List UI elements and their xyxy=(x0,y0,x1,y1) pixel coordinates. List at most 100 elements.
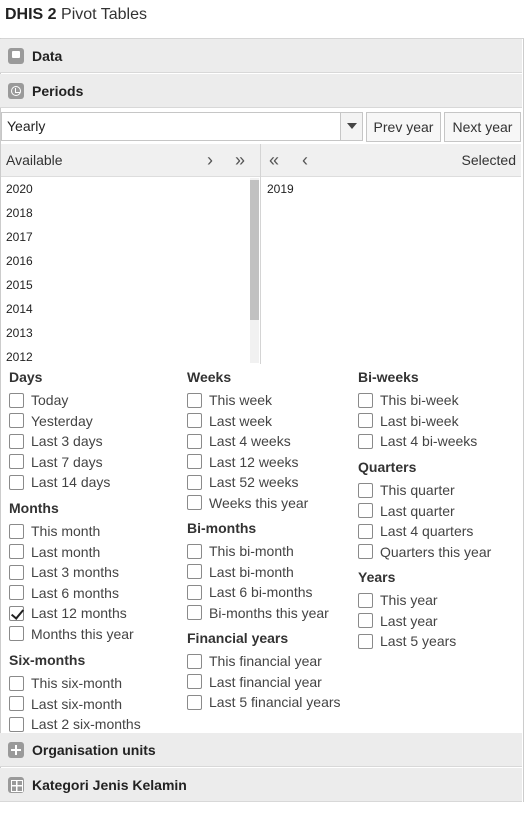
checkbox[interactable] xyxy=(9,523,24,539)
period-option-this-quarter[interactable]: This quarter xyxy=(358,481,455,499)
period-option-last-3-days[interactable]: Last 3 days xyxy=(9,432,103,450)
period-option-last-6-months[interactable]: Last 6 months xyxy=(9,584,119,602)
period-option-this-financial-year[interactable]: This financial year xyxy=(187,652,322,670)
period-option-last-6-bi-months[interactable]: Last 6 bi-months xyxy=(187,583,313,601)
chevron-right-icon[interactable]: › xyxy=(207,150,213,170)
period-option-last-12-months[interactable]: Last 12 months xyxy=(9,604,127,622)
list-item[interactable]: 2015 xyxy=(1,273,250,297)
period-option-last-year[interactable]: Last year xyxy=(358,612,438,630)
checkbox[interactable] xyxy=(9,433,24,449)
checkbox[interactable] xyxy=(9,454,24,469)
double-chevron-right-icon[interactable]: » xyxy=(235,150,245,170)
checkbox[interactable] xyxy=(187,495,202,510)
checkbox[interactable] xyxy=(358,523,373,539)
list-item[interactable]: 2016 xyxy=(1,249,250,273)
checkbox[interactable] xyxy=(9,585,24,600)
checkbox[interactable] xyxy=(9,675,24,691)
period-option-label: Last bi-week xyxy=(380,412,459,429)
selected-list[interactable]: 2019 xyxy=(262,177,520,363)
checkbox[interactable] xyxy=(358,433,373,449)
checkbox[interactable] xyxy=(9,544,24,559)
checkbox[interactable] xyxy=(358,633,373,649)
checkbox[interactable] xyxy=(187,584,202,600)
list-item[interactable]: 2018 xyxy=(1,201,250,225)
double-chevron-left-icon[interactable]: « xyxy=(269,150,279,170)
checkbox[interactable] xyxy=(187,433,202,449)
chevron-down-icon[interactable] xyxy=(340,113,362,140)
prev-year-button[interactable]: Prev year xyxy=(366,112,441,142)
checkbox[interactable] xyxy=(358,613,373,628)
checkbox[interactable] xyxy=(9,626,24,641)
period-option-last-3-months[interactable]: Last 3 months xyxy=(9,563,119,581)
checkbox[interactable] xyxy=(9,392,24,408)
checkbox[interactable] xyxy=(358,503,373,518)
period-option-bi-months-this-year[interactable]: Bi-months this year xyxy=(187,604,329,622)
list-item[interactable]: 2017 xyxy=(1,225,250,249)
checkbox[interactable] xyxy=(187,564,202,579)
period-option-last-14-days[interactable]: Last 14 days xyxy=(9,473,110,491)
checkbox[interactable] xyxy=(358,482,373,498)
accordion-kategori[interactable]: Kategori Jenis Kelamin xyxy=(0,768,522,802)
checkbox[interactable] xyxy=(358,592,373,608)
checkbox[interactable] xyxy=(9,696,24,711)
checkbox[interactable] xyxy=(358,392,373,408)
checkbox[interactable] xyxy=(9,474,24,490)
period-option-last-12-weeks[interactable]: Last 12 weeks xyxy=(187,453,299,471)
checkbox[interactable] xyxy=(187,674,202,689)
period-option-this-week[interactable]: This week xyxy=(187,391,272,409)
checkbox[interactable] xyxy=(187,694,202,710)
available-scrollbar-thumb[interactable] xyxy=(250,180,259,320)
checkbox[interactable] xyxy=(187,653,202,669)
period-option-last-5-financial-years[interactable]: Last 5 financial years xyxy=(187,693,341,711)
period-option-last-week[interactable]: Last week xyxy=(187,412,272,430)
period-option-last-2-six-months[interactable]: Last 2 six-months xyxy=(9,715,141,733)
period-option-last-4-bi-weeks[interactable]: Last 4 bi-weeks xyxy=(358,432,477,450)
list-item[interactable]: 2020 xyxy=(1,177,250,201)
period-option-last-six-month[interactable]: Last six-month xyxy=(9,695,122,713)
next-year-button[interactable]: Next year xyxy=(444,112,521,142)
period-option-this-six-month[interactable]: This six-month xyxy=(9,674,122,692)
checkbox[interactable] xyxy=(9,605,24,621)
checkbox[interactable] xyxy=(187,413,202,428)
accordion-periods[interactable]: Periods xyxy=(0,74,522,108)
chevron-left-icon[interactable]: ‹ xyxy=(302,150,308,170)
selected-label: Selected xyxy=(461,152,516,168)
checkbox[interactable] xyxy=(9,413,24,428)
period-option-last-month[interactable]: Last month xyxy=(9,543,100,561)
period-option-this-year[interactable]: This year xyxy=(358,591,438,609)
checkbox[interactable] xyxy=(187,474,202,490)
period-option-quarters-this-year[interactable]: Quarters this year xyxy=(358,543,491,561)
period-option-last-bi-month[interactable]: Last bi-month xyxy=(187,563,294,581)
list-item[interactable]: 2014 xyxy=(1,297,250,321)
checkbox[interactable] xyxy=(358,413,373,428)
period-option-last-quarter[interactable]: Last quarter xyxy=(358,502,455,520)
checkbox[interactable] xyxy=(9,716,24,732)
list-item[interactable]: 2013 xyxy=(1,321,250,345)
period-type-select[interactable]: Yearly xyxy=(1,112,363,141)
checkbox[interactable] xyxy=(187,454,202,469)
checkbox[interactable] xyxy=(187,392,202,408)
accordion-data[interactable]: Data xyxy=(0,39,522,73)
period-option-last-financial-year[interactable]: Last financial year xyxy=(187,673,322,691)
period-option-this-bi-month[interactable]: This bi-month xyxy=(187,542,294,560)
period-option-months-this-year[interactable]: Months this year xyxy=(9,625,134,643)
list-item[interactable]: 2012 xyxy=(1,345,250,363)
period-option-last-bi-week[interactable]: Last bi-week xyxy=(358,412,459,430)
checkbox[interactable] xyxy=(187,543,202,559)
accordion-org-units[interactable]: Organisation units xyxy=(0,733,522,767)
period-option-weeks-this-year[interactable]: Weeks this year xyxy=(187,494,308,512)
list-item[interactable]: 2019 xyxy=(262,177,520,201)
period-option-last-5-years[interactable]: Last 5 years xyxy=(358,632,456,650)
period-option-last-4-quarters[interactable]: Last 4 quarters xyxy=(358,522,473,540)
checkbox[interactable] xyxy=(9,564,24,580)
period-option-yesterday[interactable]: Yesterday xyxy=(9,412,93,430)
available-list[interactable]: 2020 2018 2017 2016 2015 2014 2013 2012 xyxy=(1,177,250,363)
period-option-today[interactable]: Today xyxy=(9,391,68,409)
checkbox[interactable] xyxy=(187,605,202,620)
checkbox[interactable] xyxy=(358,544,373,559)
period-option-last-7-days[interactable]: Last 7 days xyxy=(9,453,103,471)
period-option-this-month[interactable]: This month xyxy=(9,522,100,540)
period-option-this-bi-week[interactable]: This bi-week xyxy=(358,391,459,409)
period-option-last-4-weeks[interactable]: Last 4 weeks xyxy=(187,432,291,450)
period-option-last-52-weeks[interactable]: Last 52 weeks xyxy=(187,473,299,491)
